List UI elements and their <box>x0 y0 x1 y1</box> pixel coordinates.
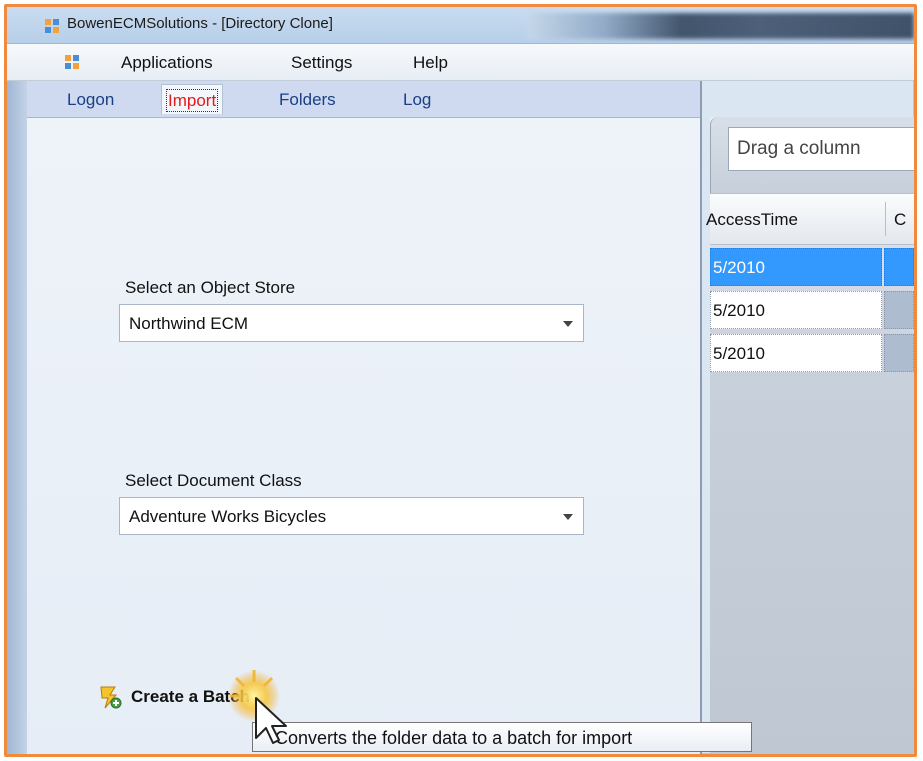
tab-folders[interactable]: Folders <box>279 90 336 110</box>
left-panel: Logon Import Folders Log Select an Objec… <box>27 81 702 754</box>
app-window: BowenECMSolutions - [Directory Clone] Ap… <box>4 4 917 757</box>
table-row[interactable]: 5/2010 <box>710 334 914 374</box>
object-store-select[interactable]: Northwind ECM <box>119 304 584 342</box>
tab-strip: Logon Import Folders Log <box>27 81 700 118</box>
chevron-down-icon <box>563 514 573 520</box>
taskbar-blur <box>527 13 914 39</box>
column-header-c[interactable]: C <box>894 210 906 230</box>
tab-import-label: Import <box>165 89 219 112</box>
table-cell[interactable] <box>884 291 914 329</box>
mouse-pointer-icon <box>228 670 287 744</box>
chevron-down-icon <box>563 321 573 327</box>
document-class-label: Select Document Class <box>125 471 302 490</box>
group-by-drop-area[interactable]: Drag a column <box>728 127 914 171</box>
mdi-app-icon[interactable] <box>64 54 80 70</box>
table-row[interactable]: 5/2010 <box>710 291 914 331</box>
title-bar[interactable]: BowenECMSolutions - [Directory Clone] <box>7 7 914 44</box>
menu-help[interactable]: Help <box>409 53 452 73</box>
menu-bar: Applications Settings Help <box>7 44 914 81</box>
menu-settings[interactable]: Settings <box>287 53 356 73</box>
object-store-value: Northwind ECM <box>129 314 249 333</box>
table-cell[interactable] <box>884 248 914 286</box>
document-class-select[interactable]: Adventure Works Bicycles <box>119 497 584 535</box>
app-icon <box>45 19 59 33</box>
menu-applications[interactable]: Applications <box>117 53 217 73</box>
import-tab-content: Select an Object Store Northwind ECM Sel… <box>27 118 700 754</box>
tab-log[interactable]: Log <box>403 90 431 110</box>
grid-column-header: AccessTime C <box>706 193 914 245</box>
table-cell-accesstime[interactable]: 5/2010 <box>710 334 882 372</box>
column-header-accesstime[interactable]: AccessTime <box>706 210 798 230</box>
lightning-add-icon <box>100 686 122 709</box>
create-batch-tooltip: Converts the folder data to a batch for … <box>252 722 752 752</box>
table-cell[interactable] <box>884 334 914 372</box>
tab-logon[interactable]: Logon <box>67 90 114 110</box>
window-title: BowenECMSolutions - [Directory Clone] <box>67 15 333 32</box>
table-cell-accesstime[interactable]: 5/2010 <box>710 248 882 286</box>
grid-panel: Drag a column AccessTime C 5/2010 5/2010… <box>706 117 914 754</box>
table-row[interactable]: 5/2010 <box>710 248 914 288</box>
object-store-label: Select an Object Store <box>125 278 296 297</box>
table-cell-accesstime[interactable]: 5/2010 <box>710 291 882 329</box>
left-edge-strip <box>7 81 27 754</box>
tab-import[interactable]: Import <box>161 84 224 114</box>
document-class-value: Adventure Works Bicycles <box>129 507 327 526</box>
column-separator[interactable] <box>885 202 886 236</box>
group-by-bar: Drag a column <box>710 117 914 193</box>
